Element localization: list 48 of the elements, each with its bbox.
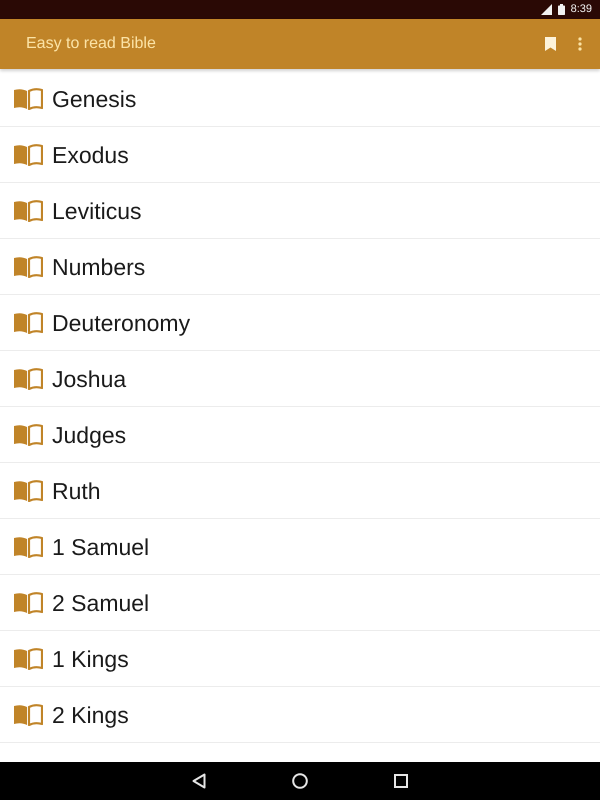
book-list-item[interactable]: 2 Kings	[0, 687, 600, 743]
book-name: Joshua	[52, 364, 126, 392]
back-button[interactable]	[190, 771, 208, 791]
open-book-icon	[13, 480, 43, 502]
book-list-item[interactable]: 2 Samuel	[0, 575, 600, 631]
book-name: 2 Samuel	[52, 588, 150, 616]
book-list-item[interactable]: 1 Samuel	[0, 519, 600, 575]
open-book-icon	[13, 368, 43, 390]
book-list-item[interactable]: Ruth	[0, 463, 600, 519]
book-list-item[interactable]: Deuteronomy	[0, 295, 600, 351]
book-list-item[interactable]: Judges	[0, 407, 600, 463]
signal-icon	[540, 4, 552, 15]
book-name: Deuteronomy	[52, 308, 190, 336]
bookmark-icon	[545, 37, 556, 51]
open-book-icon	[13, 592, 43, 614]
book-list-item[interactable]: Numbers	[0, 239, 600, 295]
book-name: Genesis	[52, 84, 136, 112]
open-book-icon	[13, 536, 43, 558]
home-button[interactable]	[290, 771, 310, 791]
open-book-icon	[13, 648, 43, 670]
battery-icon	[558, 4, 565, 15]
back-icon	[192, 773, 206, 789]
app-title: Easy to read Bible	[26, 35, 157, 53]
open-book-icon	[13, 424, 43, 446]
book-name: Judges	[52, 420, 126, 448]
book-name: 1 Samuel	[52, 532, 150, 560]
book-name: 2 Kings	[52, 700, 129, 728]
more-icon	[578, 37, 582, 51]
book-name: Exodus	[52, 140, 129, 168]
open-book-icon	[13, 200, 43, 222]
clock-time: 8:39	[570, 3, 592, 16]
book-name: Ruth	[52, 476, 101, 504]
home-icon	[292, 773, 308, 789]
book-name: Numbers	[52, 252, 146, 280]
book-list-item[interactable]: Leviticus	[0, 183, 600, 239]
book-name: 1 Kings	[52, 644, 129, 672]
open-book-icon	[13, 144, 43, 166]
open-book-icon	[13, 312, 43, 334]
open-book-icon	[13, 704, 43, 726]
book-list-item[interactable]: Exodus	[0, 127, 600, 183]
open-book-icon	[13, 88, 43, 110]
book-list-item[interactable]: Joshua	[0, 351, 600, 407]
recents-icon	[394, 774, 408, 788]
book-list-item[interactable]: 1 Kings	[0, 631, 600, 687]
book-name: Leviticus	[52, 196, 142, 224]
recents-button[interactable]	[392, 772, 410, 790]
open-book-icon	[13, 256, 43, 278]
book-list-item[interactable]: Genesis	[0, 71, 600, 127]
